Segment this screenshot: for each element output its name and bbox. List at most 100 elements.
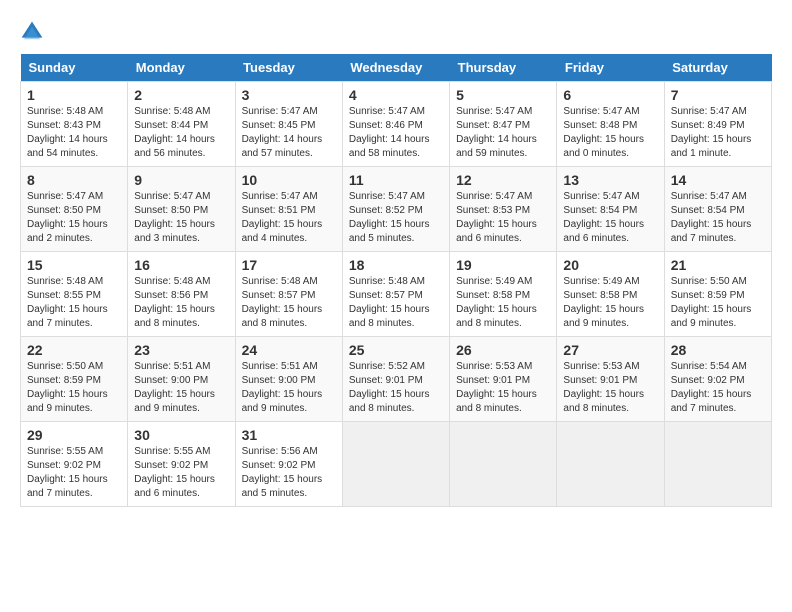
day-cell-1: 1 Sunrise: 5:48 AM Sunset: 8:43 PM Daylig… — [21, 82, 128, 167]
day-cell-31: 31 Sunrise: 5:56 AM Sunset: 9:02 PM Dayli… — [235, 422, 342, 507]
day-info: Sunrise: 5:55 AM Sunset: 9:02 PM Dayligh… — [27, 445, 121, 501]
day-number: 3 — [242, 87, 336, 103]
day-number: 4 — [349, 87, 443, 103]
day-info: Sunrise: 5:48 AM Sunset: 8:43 PM Dayligh… — [27, 105, 121, 161]
day-info: Sunrise: 5:47 AM Sunset: 8:54 PM Dayligh… — [671, 190, 765, 246]
day-cell-22: 22 Sunrise: 5:50 AM Sunset: 8:59 PM Dayli… — [21, 337, 128, 422]
day-cell-16: 16 Sunrise: 5:48 AM Sunset: 8:56 PM Dayli… — [128, 252, 235, 337]
day-info: Sunrise: 5:48 AM Sunset: 8:55 PM Dayligh… — [27, 275, 121, 331]
day-number: 24 — [242, 342, 336, 358]
day-cell-5: 5Sunrise: 5:47 AM Sunset: 8:47 PM Daylig… — [450, 82, 557, 167]
day-cell-29: 29 Sunrise: 5:55 AM Sunset: 9:02 PM Dayli… — [21, 422, 128, 507]
day-cell-20: 20 Sunrise: 5:49 AM Sunset: 8:58 PM Dayli… — [557, 252, 664, 337]
day-number: 19 — [456, 257, 550, 273]
day-cell-14: 14 Sunrise: 5:47 AM Sunset: 8:54 PM Dayli… — [664, 167, 771, 252]
calendar-table: SundayMondayTuesdayWednesdayThursdayFrid… — [20, 54, 772, 507]
day-number: 12 — [456, 172, 550, 188]
logo — [20, 20, 48, 44]
empty-cell — [664, 422, 771, 507]
day-number: 27 — [563, 342, 657, 358]
day-number: 16 — [134, 257, 228, 273]
day-info: Sunrise: 5:48 AM Sunset: 8:56 PM Dayligh… — [134, 275, 228, 331]
day-number: 28 — [671, 342, 765, 358]
day-info: Sunrise: 5:47 AM Sunset: 8:54 PM Dayligh… — [563, 190, 657, 246]
day-cell-8: 8 Sunrise: 5:47 AM Sunset: 8:50 PM Daylig… — [21, 167, 128, 252]
day-info: Sunrise: 5:47 AM Sunset: 8:50 PM Dayligh… — [134, 190, 228, 246]
day-number: 5 — [456, 87, 550, 103]
day-cell-4: 4 Sunrise: 5:47 AM Sunset: 8:46 PM Daylig… — [342, 82, 449, 167]
logo-icon — [20, 20, 44, 44]
day-cell-12: 12 Sunrise: 5:47 AM Sunset: 8:53 PM Dayli… — [450, 167, 557, 252]
day-number: 18 — [349, 257, 443, 273]
day-number: 26 — [456, 342, 550, 358]
day-info: Sunrise: 5:47 AM Sunset: 8:46 PM Dayligh… — [349, 105, 443, 161]
day-info: Sunrise: 5:50 AM Sunset: 8:59 PM Dayligh… — [27, 360, 121, 416]
day-cell-25: 25 Sunrise: 5:52 AM Sunset: 9:01 PM Dayli… — [342, 337, 449, 422]
day-number: 30 — [134, 427, 228, 443]
day-cell-21: 21 Sunrise: 5:50 AM Sunset: 8:59 PM Dayli… — [664, 252, 771, 337]
day-info: Sunrise: 5:47 AM Sunset: 8:51 PM Dayligh… — [242, 190, 336, 246]
week-row-1: 1 Sunrise: 5:48 AM Sunset: 8:43 PM Daylig… — [21, 82, 772, 167]
col-header-thursday: Thursday — [450, 54, 557, 82]
day-number: 7 — [671, 87, 765, 103]
week-row-4: 22 Sunrise: 5:50 AM Sunset: 8:59 PM Dayli… — [21, 337, 772, 422]
day-cell-28: 28Sunrise: 5:54 AM Sunset: 9:02 PM Dayli… — [664, 337, 771, 422]
day-cell-7: 7 Sunrise: 5:47 AM Sunset: 8:49 PM Daylig… — [664, 82, 771, 167]
col-header-sunday: Sunday — [21, 54, 128, 82]
week-row-3: 15 Sunrise: 5:48 AM Sunset: 8:55 PM Dayli… — [21, 252, 772, 337]
day-info: Sunrise: 5:52 AM Sunset: 9:01 PM Dayligh… — [349, 360, 443, 416]
day-info: Sunrise: 5:48 AM Sunset: 8:57 PM Dayligh… — [349, 275, 443, 331]
day-number: 21 — [671, 257, 765, 273]
day-info: Sunrise: 5:47 AM Sunset: 8:49 PM Dayligh… — [671, 105, 765, 161]
day-info: Sunrise: 5:47 AM Sunset: 8:50 PM Dayligh… — [27, 190, 121, 246]
day-number: 23 — [134, 342, 228, 358]
header-row: SundayMondayTuesdayWednesdayThursdayFrid… — [21, 54, 772, 82]
day-number: 22 — [27, 342, 121, 358]
day-cell-27: 27 Sunrise: 5:53 AM Sunset: 9:01 PM Dayli… — [557, 337, 664, 422]
day-number: 15 — [27, 257, 121, 273]
day-number: 10 — [242, 172, 336, 188]
col-header-tuesday: Tuesday — [235, 54, 342, 82]
day-info: Sunrise: 5:47 AM Sunset: 8:45 PM Dayligh… — [242, 105, 336, 161]
day-cell-17: 17Sunrise: 5:48 AM Sunset: 8:57 PM Dayli… — [235, 252, 342, 337]
day-cell-6: 6Sunrise: 5:47 AM Sunset: 8:48 PM Daylig… — [557, 82, 664, 167]
col-header-wednesday: Wednesday — [342, 54, 449, 82]
day-number: 14 — [671, 172, 765, 188]
page-header — [20, 20, 772, 44]
day-cell-13: 13 Sunrise: 5:47 AM Sunset: 8:54 PM Dayli… — [557, 167, 664, 252]
day-info: Sunrise: 5:47 AM Sunset: 8:53 PM Dayligh… — [456, 190, 550, 246]
empty-cell — [557, 422, 664, 507]
day-number: 8 — [27, 172, 121, 188]
day-info: Sunrise: 5:51 AM Sunset: 9:00 PM Dayligh… — [134, 360, 228, 416]
day-cell-19: 19 Sunrise: 5:49 AM Sunset: 8:58 PM Dayli… — [450, 252, 557, 337]
day-number: 20 — [563, 257, 657, 273]
day-number: 17 — [242, 257, 336, 273]
empty-cell — [342, 422, 449, 507]
day-number: 2 — [134, 87, 228, 103]
day-info: Sunrise: 5:55 AM Sunset: 9:02 PM Dayligh… — [134, 445, 228, 501]
day-info: Sunrise: 5:47 AM Sunset: 8:52 PM Dayligh… — [349, 190, 443, 246]
day-info: Sunrise: 5:49 AM Sunset: 8:58 PM Dayligh… — [456, 275, 550, 331]
day-info: Sunrise: 5:49 AM Sunset: 8:58 PM Dayligh… — [563, 275, 657, 331]
week-row-2: 8 Sunrise: 5:47 AM Sunset: 8:50 PM Daylig… — [21, 167, 772, 252]
day-number: 29 — [27, 427, 121, 443]
day-number: 13 — [563, 172, 657, 188]
day-number: 9 — [134, 172, 228, 188]
day-number: 1 — [27, 87, 121, 103]
day-cell-30: 30 Sunrise: 5:55 AM Sunset: 9:02 PM Dayli… — [128, 422, 235, 507]
day-cell-18: 18 Sunrise: 5:48 AM Sunset: 8:57 PM Dayli… — [342, 252, 449, 337]
day-info: Sunrise: 5:56 AM Sunset: 9:02 PM Dayligh… — [242, 445, 336, 501]
day-cell-9: 9 Sunrise: 5:47 AM Sunset: 8:50 PM Daylig… — [128, 167, 235, 252]
day-cell-26: 26 Sunrise: 5:53 AM Sunset: 9:01 PM Dayli… — [450, 337, 557, 422]
day-cell-15: 15 Sunrise: 5:48 AM Sunset: 8:55 PM Dayli… — [21, 252, 128, 337]
day-info: Sunrise: 5:50 AM Sunset: 8:59 PM Dayligh… — [671, 275, 765, 331]
day-cell-23: 23 Sunrise: 5:51 AM Sunset: 9:00 PM Dayli… — [128, 337, 235, 422]
col-header-saturday: Saturday — [664, 54, 771, 82]
day-info: Sunrise: 5:53 AM Sunset: 9:01 PM Dayligh… — [563, 360, 657, 416]
day-info: Sunrise: 5:53 AM Sunset: 9:01 PM Dayligh… — [456, 360, 550, 416]
day-number: 25 — [349, 342, 443, 358]
day-number: 11 — [349, 172, 443, 188]
day-cell-24: 24Sunrise: 5:51 AM Sunset: 9:00 PM Dayli… — [235, 337, 342, 422]
day-number: 31 — [242, 427, 336, 443]
day-cell-10: 10 Sunrise: 5:47 AM Sunset: 8:51 PM Dayli… — [235, 167, 342, 252]
